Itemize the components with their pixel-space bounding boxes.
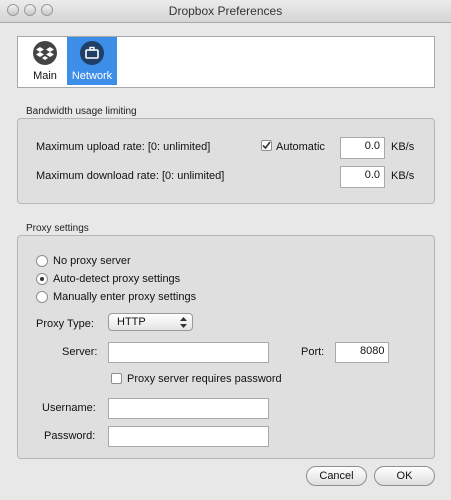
username-label: Username: <box>42 402 96 414</box>
updown-arrows-icon <box>180 317 187 328</box>
toolbar-item-network[interactable]: Network <box>67 37 117 85</box>
server-input[interactable] <box>108 342 269 363</box>
checkmark-icon <box>262 141 271 150</box>
cancel-button[interactable]: Cancel <box>306 466 367 486</box>
bandwidth-group-box <box>17 118 435 204</box>
auto-detect-proxy-radio[interactable] <box>36 273 48 285</box>
briefcase-icon <box>80 41 104 65</box>
requires-password-checkbox[interactable] <box>111 373 122 384</box>
automatic-checkbox[interactable] <box>261 140 272 151</box>
download-rate-label: Maximum download rate: [0: unlimited] <box>36 170 225 182</box>
server-label: Server: <box>62 346 98 358</box>
bandwidth-group-label: Bandwidth usage limiting <box>26 106 137 117</box>
toolbar-item-label: Network <box>71 70 113 82</box>
dropbox-icon <box>33 41 57 65</box>
auto-detect-proxy-label: Auto-detect proxy settings <box>53 273 181 285</box>
no-proxy-label: No proxy server <box>53 255 131 267</box>
manual-proxy-radio[interactable] <box>36 291 48 303</box>
username-input[interactable] <box>108 398 269 419</box>
automatic-label: Automatic <box>276 141 325 153</box>
upload-rate-label: Maximum upload rate: [0: unlimited] <box>36 141 211 153</box>
manual-proxy-label: Manually enter proxy settings <box>53 291 197 303</box>
requires-password-label: Proxy server requires password <box>127 373 282 385</box>
proxy-type-select[interactable]: HTTP <box>108 313 193 331</box>
proxy-group-label: Proxy settings <box>26 223 89 234</box>
download-rate-field[interactable]: 0.0 <box>340 166 385 188</box>
toolbar-item-label: Main <box>33 70 57 82</box>
window-title: Dropbox Preferences <box>168 4 283 18</box>
upload-rate-field[interactable]: 0.0 <box>340 137 385 159</box>
proxy-type-label: Proxy Type: <box>36 318 94 330</box>
download-unit-label: KB/s <box>391 170 415 182</box>
ok-button[interactable]: OK <box>374 466 435 486</box>
port-label: Port: <box>301 346 325 358</box>
proxy-type-value: HTTP <box>117 316 146 328</box>
upload-unit-label: KB/s <box>391 141 415 153</box>
no-proxy-radio[interactable] <box>36 255 48 267</box>
toolbar-item-main[interactable]: Main <box>20 37 70 85</box>
password-label: Password: <box>44 430 96 442</box>
port-input[interactable]: 8080 <box>335 342 389 363</box>
password-input[interactable] <box>108 426 269 447</box>
